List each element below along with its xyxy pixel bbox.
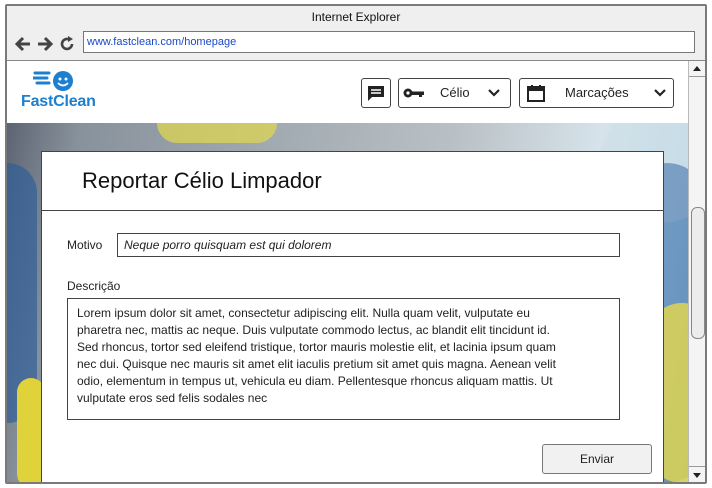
reload-icon[interactable] <box>57 34 77 54</box>
appointments-label: Marcações <box>565 85 629 100</box>
triangle-up-icon <box>693 66 701 71</box>
key-icon <box>403 88 424 98</box>
vertical-scrollbar[interactable] <box>688 61 705 482</box>
descricao-label: Descrição <box>67 279 121 293</box>
logo-icon <box>33 71 73 91</box>
user-menu-label: Célio <box>440 85 470 100</box>
site-header: FastClean Célio Marcações <box>7 61 690 123</box>
descricao-textarea[interactable]: Lorem ipsum dolor sit amet, consectetur … <box>67 298 620 420</box>
chat-button[interactable] <box>361 78 391 108</box>
scroll-up-button[interactable] <box>689 61 705 77</box>
arrow-right-icon[interactable] <box>35 34 55 54</box>
logo-text[interactable]: FastClean <box>21 93 96 111</box>
window-title: Internet Explorer <box>7 6 705 30</box>
descricao-value: Lorem ipsum dolor sit amet, consectetur … <box>77 306 556 405</box>
appointments-dropdown[interactable]: Marcações <box>519 78 674 108</box>
chevron-down-icon <box>654 89 666 97</box>
scrollbar-thumb[interactable] <box>691 207 705 339</box>
triangle-down-icon <box>693 473 701 478</box>
browser-window: Internet Explorer www.fastclean.com/home… <box>5 4 707 484</box>
submit-button[interactable]: Enviar <box>542 444 652 474</box>
panel-header: Reportar Célio Limpador <box>42 152 663 211</box>
motivo-value: Neque porro quisquam est qui dolorem <box>124 238 332 252</box>
report-form-panel: Reportar Célio Limpador Motivo Neque por… <box>41 151 664 482</box>
motivo-input[interactable]: Neque porro quisquam est qui dolorem <box>117 233 620 257</box>
chevron-down-icon <box>488 89 500 97</box>
calendar-icon <box>527 85 545 102</box>
chat-icon <box>368 86 384 101</box>
address-bar[interactable]: www.fastclean.com/homepage <box>83 31 695 53</box>
user-menu-dropdown[interactable]: Célio <box>398 78 511 108</box>
motivo-label: Motivo <box>67 238 103 252</box>
page-title: Reportar Célio Limpador <box>82 168 322 193</box>
scroll-down-button[interactable] <box>689 466 705 482</box>
arrow-left-icon[interactable] <box>13 34 33 54</box>
